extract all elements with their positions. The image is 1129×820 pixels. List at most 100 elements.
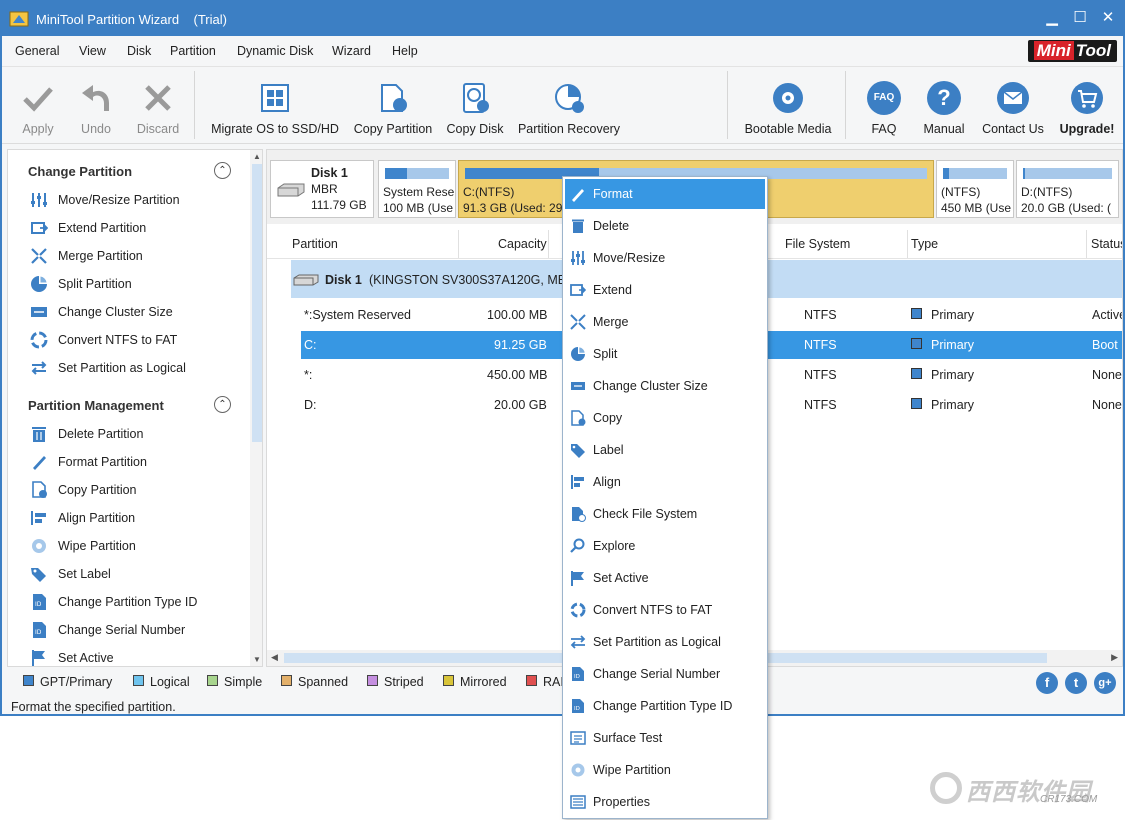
op-label: Set Partition as Logical xyxy=(58,361,186,375)
sidebar-scrollbar[interactable]: ▲ ▼ xyxy=(250,150,262,666)
col-file-system[interactable]: File System xyxy=(785,237,850,251)
op-extend[interactable]: Extend Partition xyxy=(30,218,245,238)
surface-test-icon xyxy=(570,731,586,745)
copy-icon xyxy=(571,410,586,426)
id-icon: ID xyxy=(33,594,46,610)
scroll-right-arrow[interactable]: ▶ xyxy=(1111,652,1118,663)
legend-striped: Striped xyxy=(367,675,424,689)
twitter-icon[interactable]: t xyxy=(1065,672,1087,694)
op-merge[interactable]: Merge Partition xyxy=(30,246,245,266)
minimize-button[interactable]: ▁ xyxy=(1041,8,1063,28)
title-bar: MiniTool Partition Wizard (Trial) ▁ ☐ ✕ xyxy=(2,2,1123,36)
ctx-surface-test[interactable]: Surface Test xyxy=(565,723,765,753)
primary-swatch xyxy=(911,308,922,319)
ctx-wipe-partition[interactable]: Wipe Partition xyxy=(565,755,765,785)
ctx-properties[interactable]: Properties xyxy=(565,787,765,817)
collapse-change-toggle[interactable]: ⌃ xyxy=(214,162,231,179)
op-format-partition[interactable]: Format Partition xyxy=(30,452,245,472)
ctx-explore[interactable]: Explore xyxy=(565,531,765,561)
op-copy-partition[interactable]: Copy Partition xyxy=(30,480,245,500)
undo-button[interactable]: Undo xyxy=(68,67,124,143)
cell-capacity: 450.00 MB xyxy=(487,368,548,382)
apply-button[interactable]: Apply xyxy=(10,67,66,143)
scroll-down-arrow[interactable]: ▼ xyxy=(250,655,262,664)
sidebar-scroll-thumb[interactable] xyxy=(252,164,262,442)
menu-help[interactable]: Help xyxy=(392,44,418,58)
watermark-logo-ring xyxy=(930,772,962,804)
discard-button[interactable]: Discard xyxy=(130,67,186,143)
bootable-media-button[interactable]: Bootable Media xyxy=(738,67,838,143)
ctx-label: Move/Resize xyxy=(593,251,666,265)
collapse-management-toggle[interactable]: ⌃ xyxy=(214,396,231,413)
disk-map-partition-system-reserved[interactable]: System Rese 100 MB (Use xyxy=(378,160,456,218)
legend-label: Logical xyxy=(150,675,190,689)
op-move-resize[interactable]: Move/Resize Partition xyxy=(30,190,245,210)
op-change-partition-type-id[interactable]: ID Change Partition Type ID xyxy=(30,592,245,612)
contact-us-button[interactable]: Contact Us xyxy=(977,67,1049,143)
faq-button[interactable]: FAQ FAQ xyxy=(858,67,910,143)
op-wipe-partition[interactable]: Wipe Partition xyxy=(30,536,245,556)
disk-map-partition-recovery[interactable]: (NTFS) 450 MB (Use xyxy=(936,160,1014,218)
ctx-set-active[interactable]: Set Active xyxy=(565,563,765,593)
partition-size: 20.0 GB (Used: ( xyxy=(1021,201,1112,215)
scroll-left-arrow[interactable]: ◀ xyxy=(271,652,278,663)
ctx-format[interactable]: Format xyxy=(565,179,765,209)
ctx-label-item[interactable]: Label xyxy=(565,435,765,465)
ctx-copy[interactable]: Copy xyxy=(565,403,765,433)
partition-name: System Rese xyxy=(383,185,455,199)
id-icon: ID xyxy=(572,699,584,713)
undo-arrow-icon xyxy=(82,85,109,111)
ctx-check-file-system[interactable]: Check File System xyxy=(565,499,765,529)
copy-disk-button[interactable]: Copy Disk xyxy=(442,67,508,143)
disk-map-disk1[interactable]: Disk 1 MBR 111.79 GB xyxy=(270,160,374,218)
facebook-icon[interactable]: f xyxy=(1036,672,1058,694)
menu-partition[interactable]: Partition xyxy=(170,44,216,58)
menu-view[interactable]: View xyxy=(79,44,106,58)
legend-swatch xyxy=(23,675,34,686)
ctx-change-partition-type-id[interactable]: ID Change Partition Type ID xyxy=(565,691,765,721)
legend-swatch xyxy=(443,675,454,686)
ctx-label: Format xyxy=(593,187,633,201)
ctx-change-serial-number[interactable]: ID Change Serial Number xyxy=(565,659,765,689)
close-button[interactable]: ✕ xyxy=(1097,8,1119,28)
legend-label: GPT/Primary xyxy=(40,675,113,689)
migrate-os-button[interactable]: Migrate OS to SSD/HD xyxy=(205,67,345,143)
op-change-cluster-size[interactable]: Change Cluster Size xyxy=(30,302,245,322)
manual-button[interactable]: ? Manual xyxy=(917,67,971,143)
op-align-partition[interactable]: Align Partition xyxy=(30,508,245,528)
upgrade-button[interactable]: Upgrade! xyxy=(1054,67,1120,143)
cell-file-system: NTFS xyxy=(804,398,837,412)
op-set-label[interactable]: Set Label xyxy=(30,564,245,584)
op-set-active[interactable]: Set Active xyxy=(30,648,245,666)
ctx-merge[interactable]: Merge xyxy=(565,307,765,337)
ctx-label: Delete xyxy=(593,219,630,233)
col-type[interactable]: Type xyxy=(911,237,938,251)
ctx-set-logical[interactable]: Set Partition as Logical xyxy=(565,627,765,657)
menu-wizard[interactable]: Wizard xyxy=(332,44,371,58)
ctx-convert-ntfs-fat[interactable]: Convert NTFS to FAT xyxy=(565,595,765,625)
partition-recovery-button[interactable]: Partition Recovery xyxy=(513,67,625,143)
col-status[interactable]: Status xyxy=(1091,237,1122,251)
op-convert-ntfs-fat[interactable]: Convert NTFS to FAT xyxy=(30,330,245,350)
google-plus-icon[interactable]: g+ xyxy=(1094,672,1116,694)
ctx-change-cluster-size[interactable]: Change Cluster Size xyxy=(565,371,765,401)
op-delete-partition[interactable]: Delete Partition xyxy=(30,424,245,444)
ctx-extend[interactable]: Extend xyxy=(565,275,765,305)
col-partition[interactable]: Partition xyxy=(292,237,338,251)
op-set-logical[interactable]: Set Partition as Logical xyxy=(30,358,245,378)
maximize-button[interactable]: ☐ xyxy=(1069,8,1091,28)
menu-dynamic-disk[interactable]: Dynamic Disk xyxy=(237,44,313,58)
ctx-delete[interactable]: Delete xyxy=(565,211,765,241)
bootable-label: Bootable Media xyxy=(744,122,832,136)
copy-partition-button[interactable]: Copy Partition xyxy=(349,67,437,143)
scroll-up-arrow[interactable]: ▲ xyxy=(250,152,262,161)
col-capacity[interactable]: Capacity xyxy=(498,237,547,251)
op-change-serial-number[interactable]: ID Change Serial Number xyxy=(30,620,245,640)
disk-map-partition-d[interactable]: D:(NTFS) 20.0 GB (Used: ( xyxy=(1016,160,1119,218)
menu-disk[interactable]: Disk xyxy=(127,44,151,58)
ctx-align[interactable]: Align xyxy=(565,467,765,497)
menu-general[interactable]: General xyxy=(15,44,59,58)
op-split[interactable]: Split Partition xyxy=(30,274,245,294)
ctx-move-resize[interactable]: Move/Resize xyxy=(565,243,765,273)
ctx-split[interactable]: Split xyxy=(565,339,765,369)
